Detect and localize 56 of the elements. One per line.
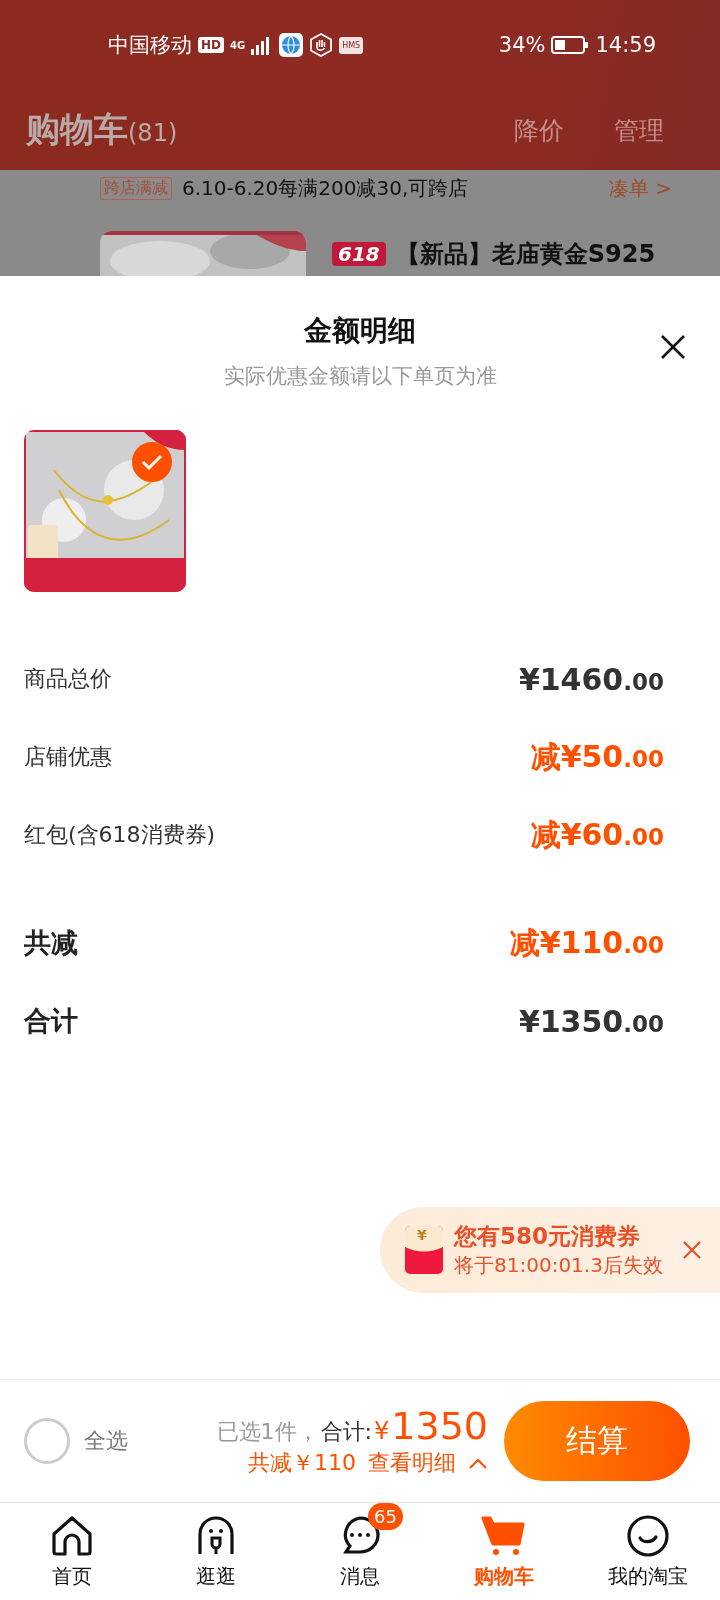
check-icon[interactable] [132,442,172,482]
promo-text: 6.10-6.20每满200减30,可跨店 [182,175,470,202]
close-icon[interactable] [660,334,686,360]
amount-label: 共减 [24,926,78,960]
tab-item[interactable]: 我的淘宝 [576,1503,720,1600]
globe-icon [279,33,304,57]
amount-label: 店铺优惠 [24,743,112,771]
home-icon [50,1514,94,1558]
sale-tag: 618 [332,241,386,266]
header-action[interactable]: 降价 [514,113,564,147]
amount-value: ¥1350.00 [518,1003,664,1039]
checkout-button[interactable]: 结算 [504,1401,690,1481]
selected-count: 已选1件， [216,1418,319,1446]
clock-text: 14:59 [595,33,656,57]
sheet-subtitle: 实际优惠金额请以下单页为准 [223,363,497,390]
tab-item[interactable]: 首页 [0,1503,144,1600]
caret-icon[interactable] [468,1457,488,1469]
smile-icon [626,1514,670,1558]
product-title: 【新品】老庙黄金S925 [395,238,656,270]
amount-value: 减¥60.00 [530,815,664,854]
select-all-radio[interactable] [24,1418,70,1464]
amount-value: 减¥110.00 [509,923,664,962]
tab-item[interactable]: 65 消息 [288,1503,432,1600]
envelope-icon [404,1225,444,1275]
amount-label: 商品总价 [24,665,112,693]
coupon-expiry: 将于81:00:01.3后失效 [454,1252,663,1279]
total-amount: 1350 [391,1404,488,1448]
amount-value: 减¥50.00 [530,737,664,776]
unread-badge: 65 [368,1503,403,1530]
tab-item[interactable]: 逛逛 [144,1503,288,1600]
battery-icon [551,35,590,55]
promo-link[interactable]: 凑单 > [608,175,672,202]
promo-tag: 跨店满减 [100,177,172,200]
network-text: 4G [230,39,246,51]
select-all-label[interactable]: 全选 [84,1426,128,1456]
coupon-banner[interactable]: ¥ 您有580元消费券 将于81:00:01.3后失效 [380,1207,720,1293]
hd-badge: HD [198,37,224,53]
cart-icon [481,1514,527,1558]
hms-badge: HMS [339,36,364,54]
coupon-title: 您有580元消费券 [454,1222,641,1251]
discount-total: 共减￥110 [248,1449,356,1477]
battery-percent: 34% [498,33,546,57]
page-title: 购物车 [26,109,128,149]
tab-item[interactable]: 购物车 [432,1503,576,1600]
amount-label: 合计 [24,1004,78,1038]
currency-symbol: ¥ [374,1417,390,1445]
currency-mark: ¥ [417,1227,427,1243]
hand-icon [309,33,334,57]
sheet-title: 金额明细 [304,313,416,349]
amount-label: 红包(含618消费券) [24,821,216,849]
amount-value: ¥1460.00 [518,661,664,697]
details-link[interactable]: 查看明细 [368,1448,456,1478]
carrier-text: 中国移动 [108,32,192,59]
total-label: 合计: [320,1418,372,1446]
header-action[interactable]: 管理 [614,113,664,147]
cart-count: (81) [128,119,178,147]
